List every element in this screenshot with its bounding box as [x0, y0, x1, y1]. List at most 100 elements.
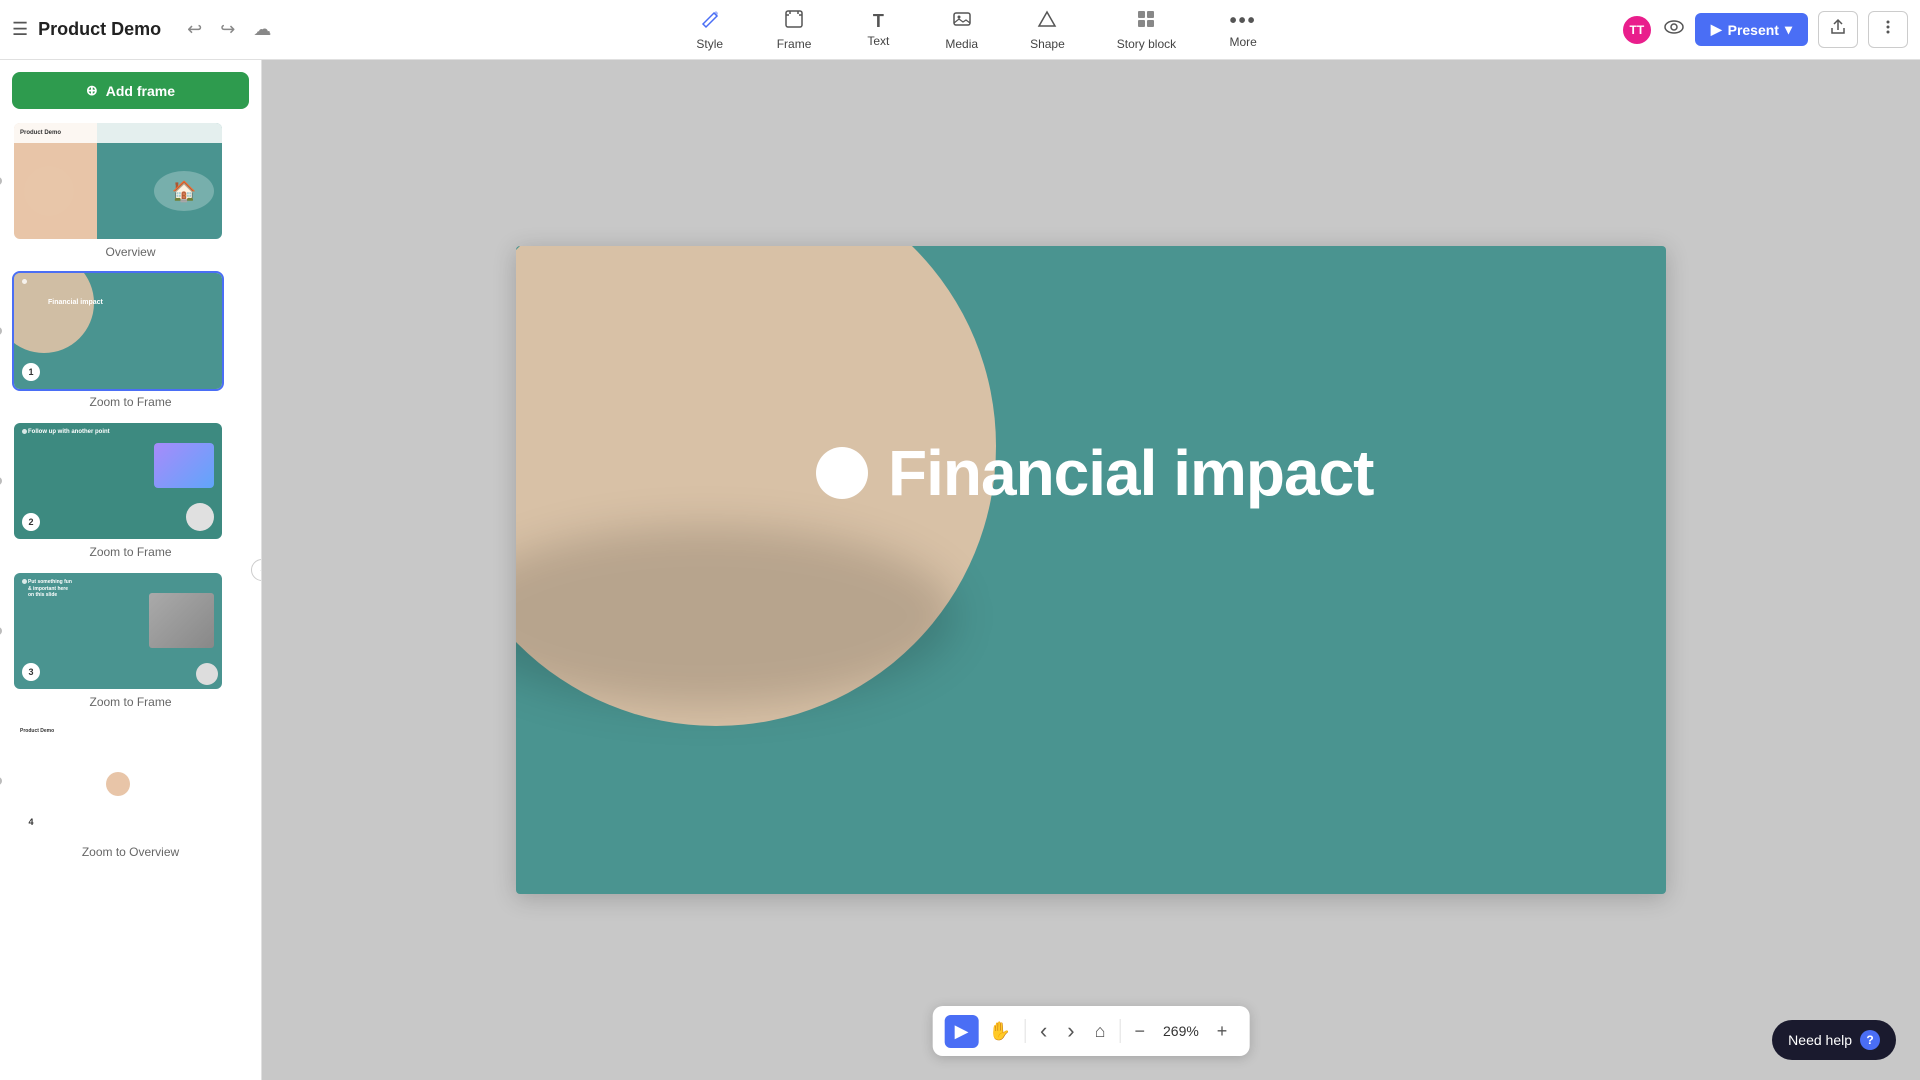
overview-thumb-title: Product Demo	[20, 130, 61, 136]
slide-thumb-followup[interactable]: Follow up with another point 2	[12, 421, 224, 541]
media-icon	[952, 9, 972, 35]
financial-slide-num: 1	[22, 363, 40, 381]
more-options-button[interactable]	[1868, 11, 1908, 48]
slide-thumb-5[interactable]: Product Demo 4	[12, 721, 224, 841]
prev-frame-button[interactable]: ‹	[1030, 1012, 1057, 1050]
slide4-thumb-image	[149, 593, 214, 648]
canvas-area[interactable]: Financial impact ▶ ✋ ‹ › ⌂ −	[262, 60, 1920, 1080]
preview-button[interactable]	[1663, 16, 1685, 44]
slide5-num: 4	[22, 813, 40, 831]
hand-icon: ✋	[989, 1021, 1011, 1042]
app-title: Product Demo	[38, 19, 161, 40]
slide-item-overview: Product Demo 🏠 Overview	[12, 121, 249, 259]
need-help-icon: ?	[1860, 1030, 1880, 1050]
slide-label-financial: Zoom to Frame	[12, 395, 249, 409]
avatar-initials: TT	[1629, 23, 1644, 37]
more-icon: •••	[1230, 10, 1257, 33]
present-chevron-icon: ▾	[1785, 21, 1792, 38]
toolbar-media[interactable]: Media	[935, 3, 988, 57]
zoom-in-button[interactable]: +	[1207, 1015, 1238, 1048]
overview-home-icon: 🏠	[172, 179, 197, 204]
slide-label-followup: Zoom to Frame	[12, 545, 249, 559]
add-frame-button[interactable]: ⊕ Add frame	[12, 72, 249, 109]
cloud-save-button[interactable]: ☁	[247, 15, 277, 44]
need-help-button[interactable]: Need help ?	[1772, 1020, 1896, 1060]
home-button[interactable]: ⌂	[1085, 1015, 1116, 1048]
slide-dot-financial	[0, 327, 2, 335]
slide5-title-text: Product Demo	[20, 728, 54, 734]
slide-dot-followup	[0, 477, 2, 485]
topbar-left: ☰ Product Demo ↩ ↪ ☁	[12, 15, 332, 44]
followup-thumb-circle	[186, 503, 214, 531]
slide4-slide-num: 3	[22, 663, 40, 681]
toolbar-text[interactable]: T Text	[853, 5, 903, 54]
main-slide-canvas: Financial impact	[516, 246, 1666, 894]
present-play-icon: ▶	[1711, 21, 1722, 38]
topbar-actions: ↩ ↪ ☁	[181, 15, 277, 44]
zoom-in-icon: +	[1217, 1021, 1228, 1042]
bottom-toolbar: ▶ ✋ ‹ › ⌂ − 269% +	[933, 1006, 1250, 1056]
slide-thumb-financial[interactable]: Financial impact 1	[12, 271, 224, 391]
toolbar-more[interactable]: ••• More	[1218, 4, 1268, 55]
slide-item-financial: Financial impact 1 Zoom to Frame	[12, 271, 249, 409]
avatar-user: TT	[1621, 14, 1653, 46]
shape-icon	[1037, 9, 1057, 35]
zoom-level-display: 269%	[1155, 1023, 1207, 1039]
slide-item-5: Product Demo 4	[12, 721, 249, 859]
topbar-right: TT ▶ Present ▾	[1621, 11, 1908, 48]
slide-thumb-overview[interactable]: Product Demo 🏠	[12, 121, 224, 241]
text-label: Text	[867, 34, 889, 48]
slide-thumb-wrap-5: Product Demo 4	[12, 721, 249, 841]
slide-thumb-4[interactable]: Put something fun& important hereon this…	[12, 571, 224, 691]
sidebar: ⊕ Add frame Product Demo	[0, 60, 262, 1080]
topbar-center: Style Frame T Text	[332, 3, 1621, 57]
zoom-out-icon: −	[1134, 1021, 1145, 1042]
toolbar-divider-2	[1119, 1019, 1120, 1043]
slide-dot-overview	[0, 177, 2, 185]
slide-label-5: Zoom to Overview	[12, 845, 249, 859]
hand-tool-button[interactable]: ✋	[979, 1015, 1021, 1048]
collapse-sidebar-button[interactable]: ‹	[251, 559, 262, 581]
frame-icon	[784, 9, 804, 35]
slide-item-followup: Follow up with another point 2 Zoom to F…	[12, 421, 249, 559]
avatar-group: TT	[1621, 14, 1653, 46]
prev-icon: ‹	[1040, 1018, 1047, 1044]
toolbar-style[interactable]: Style	[685, 3, 735, 57]
slide4-thumb-label: Put something fun& important hereon this…	[28, 579, 72, 599]
toolbar-divider-1	[1025, 1019, 1026, 1043]
need-help-label: Need help	[1788, 1032, 1852, 1048]
slide4-dot	[22, 579, 27, 584]
hamburger-icon[interactable]: ☰	[12, 19, 28, 40]
home-icon: ⌂	[1095, 1021, 1106, 1042]
next-icon: ›	[1067, 1018, 1074, 1044]
slide5-bar	[93, 800, 143, 806]
toolbar-shape[interactable]: Shape	[1020, 3, 1075, 57]
slide-thumb-wrap-overview: Product Demo 🏠	[12, 121, 249, 241]
slide-title-group: Financial impact	[816, 436, 1373, 510]
slide-dot-5	[0, 777, 2, 785]
slide5-circle	[106, 772, 130, 796]
frame-label: Frame	[777, 37, 812, 51]
zoom-out-button[interactable]: −	[1124, 1015, 1155, 1048]
play-button[interactable]: ▶	[945, 1015, 979, 1048]
slide-thumb-wrap-4: Put something fun& important hereon this…	[12, 571, 249, 691]
toolbar-frame[interactable]: Frame	[767, 3, 822, 57]
style-icon	[700, 9, 720, 35]
next-frame-button[interactable]: ›	[1057, 1012, 1084, 1050]
style-label: Style	[696, 37, 723, 51]
slide-dot-4	[0, 627, 2, 635]
undo-button[interactable]: ↩	[181, 15, 208, 44]
present-button[interactable]: ▶ Present ▾	[1695, 13, 1808, 46]
storyblock-label: Story block	[1117, 37, 1176, 51]
followup-thumb-image	[154, 443, 214, 488]
financial-thumb-label: Financial impact	[48, 299, 103, 306]
slide-item-4: Put something fun& important hereon this…	[12, 571, 249, 709]
shape-label: Shape	[1030, 37, 1065, 51]
followup-slide-num: 2	[22, 513, 40, 531]
redo-button[interactable]: ↪	[214, 15, 241, 44]
topbar: ☰ Product Demo ↩ ↪ ☁ Style	[0, 0, 1920, 60]
storyblock-icon	[1136, 9, 1156, 35]
toolbar-storyblock[interactable]: Story block	[1107, 3, 1186, 57]
slide-title-text: Financial impact	[888, 436, 1373, 510]
share-button[interactable]	[1818, 11, 1858, 48]
